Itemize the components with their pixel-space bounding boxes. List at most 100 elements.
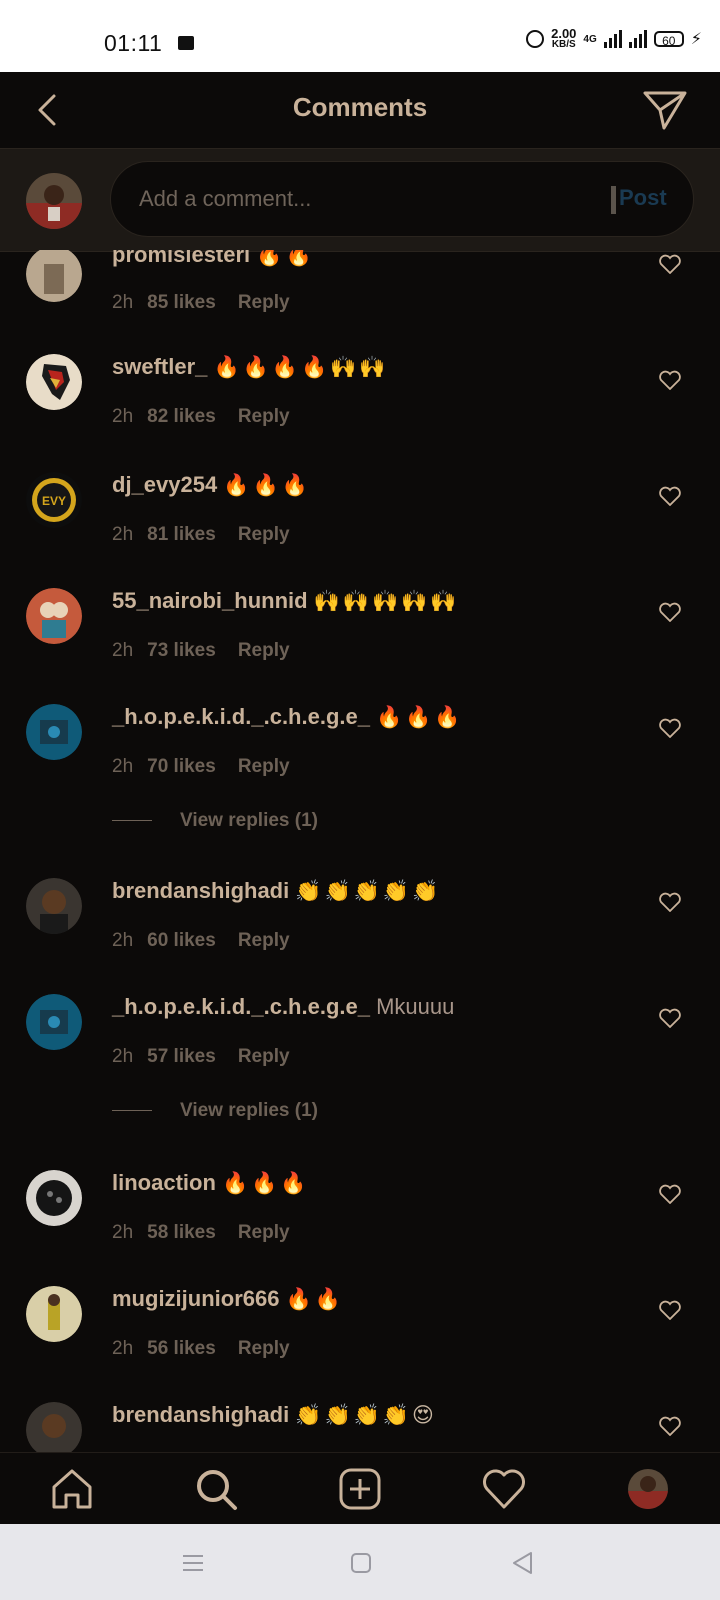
- status-time: 01:11: [104, 30, 163, 56]
- comment-time: 2h: [112, 292, 134, 313]
- comment-username[interactable]: _h.o.p.e.k.i.d._.c.h.e.g.e_: [112, 704, 370, 729]
- comment-list[interactable]: promisiesteri 🔥🔥 2h 85 likes Reply sweftle…: [0, 250, 720, 1452]
- comment-time: 2h: [112, 756, 134, 777]
- comment-text: 🔥🔥🔥: [222, 1172, 310, 1195]
- message-notification-icon: [178, 36, 194, 50]
- comment-username[interactable]: promisiesteri: [112, 250, 250, 267]
- comment-text: 🔥🔥: [256, 250, 315, 267]
- comment-likes[interactable]: 60 likes: [147, 930, 216, 951]
- page-title: Comments: [292, 92, 428, 122]
- text-cursor: [611, 186, 616, 214]
- comment-input-placeholder: Add a comment...: [139, 186, 312, 211]
- commenter-avatar[interactable]: [26, 994, 82, 1050]
- status-icons: 2.00 KB/S 4G 60 ⚡: [526, 27, 702, 50]
- like-heart-icon[interactable]: [659, 1008, 681, 1028]
- like-heart-icon[interactable]: [659, 1300, 681, 1320]
- system-back-icon[interactable]: [510, 1550, 536, 1576]
- post-button[interactable]: Post: [619, 185, 667, 211]
- reply-button[interactable]: Reply: [238, 406, 290, 427]
- like-heart-icon[interactable]: [659, 370, 681, 390]
- like-heart-icon[interactable]: [659, 1184, 681, 1204]
- comment-username[interactable]: _h.o.p.e.k.i.d._.c.h.e.g.e_: [112, 994, 370, 1019]
- commenter-avatar[interactable]: [26, 1286, 82, 1342]
- replies-divider: [112, 1110, 152, 1112]
- like-heart-icon[interactable]: [659, 1416, 681, 1436]
- comment-input[interactable]: Add a comment... Post: [110, 161, 694, 237]
- like-heart-icon[interactable]: [659, 254, 681, 274]
- comment-likes[interactable]: 85 likes: [147, 292, 216, 313]
- comment-likes[interactable]: 81 likes: [147, 524, 216, 545]
- activity-heart-icon[interactable]: [482, 1467, 526, 1511]
- top-bar: Comments: [0, 72, 720, 148]
- alarm-icon: [526, 30, 545, 48]
- current-user-avatar: [26, 173, 82, 229]
- commenter-avatar[interactable]: [26, 588, 82, 644]
- comment-username[interactable]: brendanshighadi: [112, 1402, 289, 1427]
- comment-text: 🔥🔥: [285, 1288, 344, 1311]
- profile-avatar[interactable]: [626, 1467, 670, 1511]
- comment-text: 🔥🔥🔥🔥🙌🙌: [213, 356, 389, 379]
- send-icon[interactable]: [642, 88, 688, 132]
- commenter-avatar[interactable]: [26, 878, 82, 934]
- comment-likes[interactable]: 56 likes: [147, 1338, 216, 1359]
- reply-button[interactable]: Reply: [238, 756, 290, 777]
- signal-icon: [603, 30, 622, 48]
- comment-likes[interactable]: 70 likes: [147, 756, 216, 777]
- comment-time: 2h: [112, 406, 134, 427]
- like-heart-icon[interactable]: [659, 602, 681, 622]
- comment-username[interactable]: linoaction: [112, 1170, 216, 1195]
- comment-likes[interactable]: 82 likes: [147, 406, 216, 427]
- signal-icon-2: [628, 30, 647, 48]
- comment-username[interactable]: mugizijunior666: [112, 1286, 279, 1311]
- comment-composer: Add a comment... Post: [0, 148, 720, 252]
- reply-button[interactable]: Reply: [238, 1338, 290, 1359]
- home-button-icon[interactable]: [348, 1550, 374, 1576]
- commenter-avatar[interactable]: EVY: [26, 472, 82, 528]
- reply-button[interactable]: Reply: [238, 930, 290, 951]
- like-heart-icon[interactable]: [659, 486, 681, 506]
- comment-username[interactable]: brendanshighadi: [112, 878, 289, 903]
- charging-icon: ⚡: [690, 31, 702, 48]
- comment-likes[interactable]: 73 likes: [147, 640, 216, 661]
- reply-button[interactable]: Reply: [238, 1222, 290, 1243]
- comment-time: 2h: [112, 930, 134, 951]
- view-replies-button[interactable]: View replies (1): [112, 810, 318, 832]
- commenter-avatar[interactable]: [26, 704, 82, 760]
- battery-icon: 60: [653, 31, 684, 48]
- comment-text: Mkuuuu: [376, 994, 455, 1019]
- comment-time: 2h: [112, 640, 134, 661]
- status-bar: 01:11 2.00 KB/S 4G 60 ⚡: [0, 0, 720, 72]
- comment-text: 👏👏👏👏😍: [295, 1404, 437, 1427]
- home-icon[interactable]: [50, 1467, 94, 1511]
- reply-button[interactable]: Reply: [238, 524, 290, 545]
- comment-text: 👏👏👏👏👏: [295, 880, 442, 903]
- replies-divider: [112, 820, 152, 822]
- comment-text: 🙌🙌🙌🙌🙌: [313, 590, 460, 613]
- comment-likes[interactable]: 58 likes: [147, 1222, 216, 1243]
- like-heart-icon[interactable]: [659, 718, 681, 738]
- like-heart-icon[interactable]: [659, 892, 681, 912]
- bottom-navigation: [0, 1452, 720, 1525]
- comment-username[interactable]: dj_evy254: [112, 472, 217, 497]
- commenter-avatar[interactable]: [26, 354, 82, 410]
- recent-apps-icon[interactable]: [180, 1550, 206, 1576]
- comment-username[interactable]: 55_nairobi_hunnid: [112, 588, 308, 613]
- comment-time: 2h: [112, 1222, 134, 1243]
- comment-time: 2h: [112, 1338, 134, 1359]
- comment-text: 🔥🔥🔥: [223, 474, 311, 497]
- reply-button[interactable]: Reply: [238, 640, 290, 661]
- commenter-avatar[interactable]: [26, 1402, 82, 1452]
- add-post-icon[interactable]: [338, 1467, 382, 1511]
- comment-time: 2h: [112, 524, 134, 545]
- reply-button[interactable]: Reply: [238, 1046, 290, 1067]
- view-replies-button[interactable]: View replies (1): [112, 1100, 318, 1122]
- comment-username[interactable]: sweftler_: [112, 354, 207, 379]
- commenter-avatar[interactable]: [26, 1170, 82, 1226]
- system-navigation-bar: [0, 1524, 720, 1600]
- comment-likes[interactable]: 57 likes: [147, 1046, 216, 1067]
- comment-text: 🔥🔥🔥: [376, 706, 464, 729]
- svg-text:EVY: EVY: [42, 494, 66, 508]
- reply-button[interactable]: Reply: [238, 292, 290, 313]
- search-icon[interactable]: [194, 1467, 238, 1511]
- commenter-avatar[interactable]: [26, 250, 82, 302]
